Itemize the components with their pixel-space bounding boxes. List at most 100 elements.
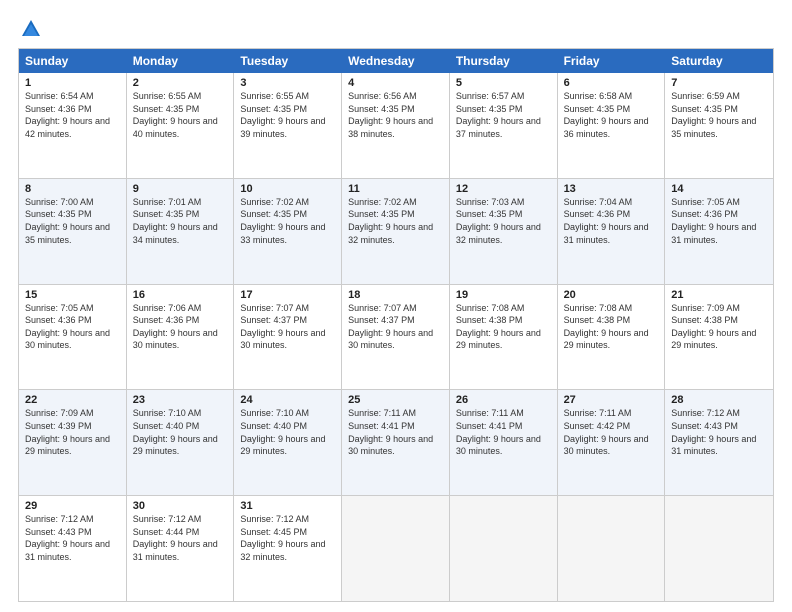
day-number: 3 xyxy=(240,77,335,89)
day-number: 27 xyxy=(564,394,659,406)
empty-cell xyxy=(558,496,666,601)
day-number: 29 xyxy=(25,500,120,512)
day-number: 16 xyxy=(133,289,228,301)
day-info: Sunrise: 7:00 AMSunset: 4:35 PMDaylight:… xyxy=(25,196,120,246)
day-number: 17 xyxy=(240,289,335,301)
day-number: 13 xyxy=(564,183,659,195)
day-info: Sunrise: 7:06 AMSunset: 4:36 PMDaylight:… xyxy=(133,302,228,352)
day-cell-23: 23Sunrise: 7:10 AMSunset: 4:40 PMDayligh… xyxy=(127,390,235,495)
day-number: 19 xyxy=(456,289,551,301)
day-info: Sunrise: 7:03 AMSunset: 4:35 PMDaylight:… xyxy=(456,196,551,246)
day-cell-4: 4Sunrise: 6:56 AMSunset: 4:35 PMDaylight… xyxy=(342,73,450,178)
day-info: Sunrise: 6:55 AMSunset: 4:35 PMDaylight:… xyxy=(240,90,335,140)
day-header-tuesday: Tuesday xyxy=(234,49,342,73)
day-info: Sunrise: 7:07 AMSunset: 4:37 PMDaylight:… xyxy=(240,302,335,352)
day-cell-20: 20Sunrise: 7:08 AMSunset: 4:38 PMDayligh… xyxy=(558,285,666,390)
day-info: Sunrise: 7:01 AMSunset: 4:35 PMDaylight:… xyxy=(133,196,228,246)
day-number: 12 xyxy=(456,183,551,195)
day-cell-22: 22Sunrise: 7:09 AMSunset: 4:39 PMDayligh… xyxy=(19,390,127,495)
day-number: 6 xyxy=(564,77,659,89)
day-cell-16: 16Sunrise: 7:06 AMSunset: 4:36 PMDayligh… xyxy=(127,285,235,390)
day-cell-15: 15Sunrise: 7:05 AMSunset: 4:36 PMDayligh… xyxy=(19,285,127,390)
day-cell-11: 11Sunrise: 7:02 AMSunset: 4:35 PMDayligh… xyxy=(342,179,450,284)
day-info: Sunrise: 7:12 AMSunset: 4:45 PMDaylight:… xyxy=(240,513,335,563)
day-number: 1 xyxy=(25,77,120,89)
week-row-3: 15Sunrise: 7:05 AMSunset: 4:36 PMDayligh… xyxy=(19,284,773,390)
empty-cell xyxy=(450,496,558,601)
day-info: Sunrise: 7:04 AMSunset: 4:36 PMDaylight:… xyxy=(564,196,659,246)
day-number: 2 xyxy=(133,77,228,89)
page-header xyxy=(18,18,774,40)
day-cell-19: 19Sunrise: 7:08 AMSunset: 4:38 PMDayligh… xyxy=(450,285,558,390)
empty-cell xyxy=(342,496,450,601)
day-info: Sunrise: 6:55 AMSunset: 4:35 PMDaylight:… xyxy=(133,90,228,140)
day-cell-3: 3Sunrise: 6:55 AMSunset: 4:35 PMDaylight… xyxy=(234,73,342,178)
day-number: 25 xyxy=(348,394,443,406)
day-cell-30: 30Sunrise: 7:12 AMSunset: 4:44 PMDayligh… xyxy=(127,496,235,601)
day-number: 28 xyxy=(671,394,767,406)
day-number: 9 xyxy=(133,183,228,195)
day-cell-18: 18Sunrise: 7:07 AMSunset: 4:37 PMDayligh… xyxy=(342,285,450,390)
day-info: Sunrise: 7:11 AMSunset: 4:41 PMDaylight:… xyxy=(456,407,551,457)
day-header-friday: Friday xyxy=(558,49,666,73)
day-number: 31 xyxy=(240,500,335,512)
day-number: 4 xyxy=(348,77,443,89)
day-info: Sunrise: 7:02 AMSunset: 4:35 PMDaylight:… xyxy=(348,196,443,246)
day-header-saturday: Saturday xyxy=(665,49,773,73)
day-info: Sunrise: 7:05 AMSunset: 4:36 PMDaylight:… xyxy=(671,196,767,246)
day-number: 20 xyxy=(564,289,659,301)
day-cell-10: 10Sunrise: 7:02 AMSunset: 4:35 PMDayligh… xyxy=(234,179,342,284)
day-info: Sunrise: 6:58 AMSunset: 4:35 PMDaylight:… xyxy=(564,90,659,140)
day-info: Sunrise: 7:12 AMSunset: 4:44 PMDaylight:… xyxy=(133,513,228,563)
day-number: 23 xyxy=(133,394,228,406)
day-number: 15 xyxy=(25,289,120,301)
day-cell-6: 6Sunrise: 6:58 AMSunset: 4:35 PMDaylight… xyxy=(558,73,666,178)
day-cell-2: 2Sunrise: 6:55 AMSunset: 4:35 PMDaylight… xyxy=(127,73,235,178)
day-info: Sunrise: 6:59 AMSunset: 4:35 PMDaylight:… xyxy=(671,90,767,140)
logo xyxy=(18,18,42,40)
day-info: Sunrise: 6:56 AMSunset: 4:35 PMDaylight:… xyxy=(348,90,443,140)
day-cell-26: 26Sunrise: 7:11 AMSunset: 4:41 PMDayligh… xyxy=(450,390,558,495)
day-info: Sunrise: 7:08 AMSunset: 4:38 PMDaylight:… xyxy=(456,302,551,352)
day-cell-5: 5Sunrise: 6:57 AMSunset: 4:35 PMDaylight… xyxy=(450,73,558,178)
day-number: 30 xyxy=(133,500,228,512)
day-cell-29: 29Sunrise: 7:12 AMSunset: 4:43 PMDayligh… xyxy=(19,496,127,601)
day-cell-31: 31Sunrise: 7:12 AMSunset: 4:45 PMDayligh… xyxy=(234,496,342,601)
day-cell-1: 1Sunrise: 6:54 AMSunset: 4:36 PMDaylight… xyxy=(19,73,127,178)
day-cell-17: 17Sunrise: 7:07 AMSunset: 4:37 PMDayligh… xyxy=(234,285,342,390)
day-cell-13: 13Sunrise: 7:04 AMSunset: 4:36 PMDayligh… xyxy=(558,179,666,284)
day-number: 14 xyxy=(671,183,767,195)
day-info: Sunrise: 7:11 AMSunset: 4:42 PMDaylight:… xyxy=(564,407,659,457)
day-info: Sunrise: 7:02 AMSunset: 4:35 PMDaylight:… xyxy=(240,196,335,246)
day-number: 21 xyxy=(671,289,767,301)
week-row-4: 22Sunrise: 7:09 AMSunset: 4:39 PMDayligh… xyxy=(19,389,773,495)
day-info: Sunrise: 7:11 AMSunset: 4:41 PMDaylight:… xyxy=(348,407,443,457)
day-cell-12: 12Sunrise: 7:03 AMSunset: 4:35 PMDayligh… xyxy=(450,179,558,284)
day-cell-14: 14Sunrise: 7:05 AMSunset: 4:36 PMDayligh… xyxy=(665,179,773,284)
logo-icon xyxy=(20,18,42,40)
calendar: SundayMondayTuesdayWednesdayThursdayFrid… xyxy=(18,48,774,602)
day-cell-24: 24Sunrise: 7:10 AMSunset: 4:40 PMDayligh… xyxy=(234,390,342,495)
day-number: 7 xyxy=(671,77,767,89)
day-info: Sunrise: 7:08 AMSunset: 4:38 PMDaylight:… xyxy=(564,302,659,352)
day-info: Sunrise: 6:57 AMSunset: 4:35 PMDaylight:… xyxy=(456,90,551,140)
day-cell-7: 7Sunrise: 6:59 AMSunset: 4:35 PMDaylight… xyxy=(665,73,773,178)
day-header-monday: Monday xyxy=(127,49,235,73)
empty-cell xyxy=(665,496,773,601)
day-cell-21: 21Sunrise: 7:09 AMSunset: 4:38 PMDayligh… xyxy=(665,285,773,390)
day-number: 11 xyxy=(348,183,443,195)
day-number: 24 xyxy=(240,394,335,406)
week-row-1: 1Sunrise: 6:54 AMSunset: 4:36 PMDaylight… xyxy=(19,73,773,178)
day-info: Sunrise: 7:05 AMSunset: 4:36 PMDaylight:… xyxy=(25,302,120,352)
day-info: Sunrise: 7:10 AMSunset: 4:40 PMDaylight:… xyxy=(133,407,228,457)
day-info: Sunrise: 7:07 AMSunset: 4:37 PMDaylight:… xyxy=(348,302,443,352)
day-number: 22 xyxy=(25,394,120,406)
calendar-header: SundayMondayTuesdayWednesdayThursdayFrid… xyxy=(19,49,773,73)
day-info: Sunrise: 7:12 AMSunset: 4:43 PMDaylight:… xyxy=(671,407,767,457)
day-cell-8: 8Sunrise: 7:00 AMSunset: 4:35 PMDaylight… xyxy=(19,179,127,284)
week-row-2: 8Sunrise: 7:00 AMSunset: 4:35 PMDaylight… xyxy=(19,178,773,284)
day-info: Sunrise: 7:09 AMSunset: 4:39 PMDaylight:… xyxy=(25,407,120,457)
day-number: 18 xyxy=(348,289,443,301)
day-number: 10 xyxy=(240,183,335,195)
day-info: Sunrise: 6:54 AMSunset: 4:36 PMDaylight:… xyxy=(25,90,120,140)
